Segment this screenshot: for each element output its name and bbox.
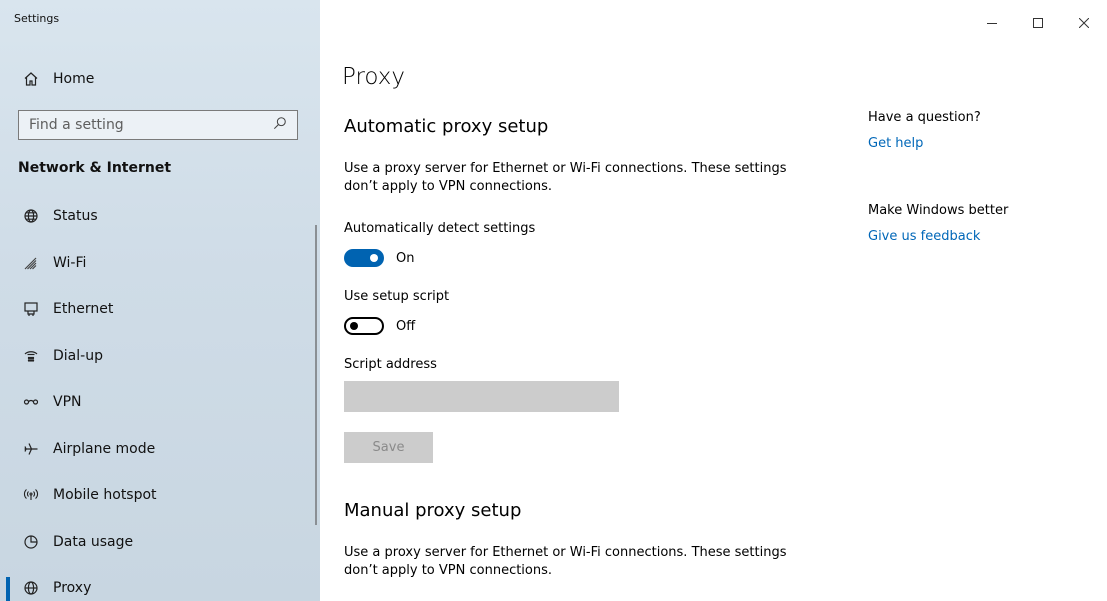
sidebar-item-label: Wi-Fi (53, 254, 87, 271)
globe-status-icon (18, 206, 44, 226)
toggle-state-text: On (396, 250, 415, 266)
page-title: Proxy (342, 64, 406, 90)
setup-script-toggle[interactable] (344, 317, 384, 335)
setup-script-label: Use setup script (344, 289, 450, 304)
sidebar-item-status[interactable]: Status (0, 193, 320, 240)
sidebar-item-mobile-hotspot[interactable]: Mobile hotspot (0, 472, 320, 519)
search-input[interactable]: Find a setting (18, 110, 298, 140)
sidebar-item-ethernet[interactable]: Ethernet (0, 286, 320, 333)
give-feedback-link[interactable]: Give us feedback (868, 229, 980, 244)
description-line: don’t apply to VPN connections. (344, 563, 553, 578)
sidebar-item-wifi[interactable]: Wi-Fi (0, 240, 320, 287)
sidebar-item-vpn[interactable]: VPN (0, 379, 320, 426)
close-button[interactable] (1061, 0, 1107, 46)
search-placeholder: Find a setting (29, 117, 124, 133)
auto-proxy-description: Use a proxy server for Ethernet or Wi-Fi… (344, 160, 804, 196)
sidebar-item-airplane[interactable]: Airplane mode (0, 426, 320, 473)
wifi-icon (18, 253, 44, 273)
detect-settings-toggle[interactable] (344, 249, 384, 267)
vpn-icon (18, 392, 44, 412)
sidebar-item-label: Status (53, 208, 98, 225)
script-address-label: Script address (344, 357, 437, 372)
manual-proxy-description: Use a proxy server for Ethernet or Wi-Fi… (344, 544, 804, 580)
sidebar-item-label: Airplane mode (53, 440, 156, 457)
maximize-icon (1033, 18, 1043, 28)
sidebar-item-label: Mobile hotspot (53, 487, 157, 504)
hotspot-icon (18, 485, 44, 505)
toggle-state-text: Off (396, 318, 416, 334)
sidebar-item-data-usage[interactable]: Data usage (0, 519, 320, 566)
sidebar-item-home[interactable]: Home (0, 62, 320, 96)
data-usage-icon (18, 532, 44, 552)
search-icon (273, 116, 287, 134)
description-line: Use a proxy server for Ethernet or Wi-Fi… (344, 545, 787, 560)
detect-settings-label: Automatically detect settings (344, 221, 536, 236)
sidebar-item-label: VPN (53, 394, 82, 411)
section-title: Network & Internet (18, 160, 172, 176)
description-line: Use a proxy server for Ethernet or Wi-Fi… (344, 161, 787, 176)
toggle-knob (370, 254, 378, 262)
sidebar-item-label: Proxy (53, 580, 92, 597)
sidebar-scrollbar[interactable] (315, 225, 317, 525)
sidebar-item-dialup[interactable]: Dial-up (0, 333, 320, 380)
description-line: don’t apply to VPN connections. (344, 179, 553, 194)
ethernet-icon (18, 299, 44, 319)
auto-proxy-heading: Automatic proxy setup (344, 116, 549, 137)
script-address-input[interactable] (344, 381, 619, 412)
proxy-globe-icon (18, 578, 44, 598)
get-help-link[interactable]: Get help (868, 136, 923, 151)
sidebar-item-proxy[interactable]: Proxy (0, 565, 320, 601)
sidebar-item-label: Data usage (53, 533, 134, 550)
nav-list: Status Wi-Fi Ethernet Dial-up VPN Airpla… (0, 193, 320, 601)
toggle-knob (350, 322, 358, 330)
sidebar-item-label: Dial-up (53, 347, 103, 364)
sidebar-item-label: Home (53, 71, 95, 87)
airplane-icon (18, 439, 44, 459)
app-title: Settings (14, 12, 60, 25)
close-icon (1079, 18, 1089, 28)
save-button[interactable]: Save (344, 432, 433, 463)
minimize-icon (987, 23, 997, 24)
main-content: Proxy Automatic proxy setup Use a proxy … (320, 0, 1107, 601)
minimize-button[interactable] (969, 0, 1015, 46)
setup-script-toggle-row: Off (344, 317, 415, 335)
dialup-icon (18, 346, 44, 366)
window-controls (969, 0, 1107, 46)
detect-settings-toggle-row: On (344, 249, 414, 267)
manual-proxy-heading: Manual proxy setup (344, 500, 522, 521)
have-question-heading: Have a question? (868, 110, 981, 125)
sidebar: Settings Home Find a setting Network & I… (0, 0, 320, 601)
home-icon (18, 69, 44, 89)
make-windows-better-heading: Make Windows better (868, 203, 1009, 218)
sidebar-item-label: Ethernet (53, 301, 114, 318)
maximize-button[interactable] (1015, 0, 1061, 46)
